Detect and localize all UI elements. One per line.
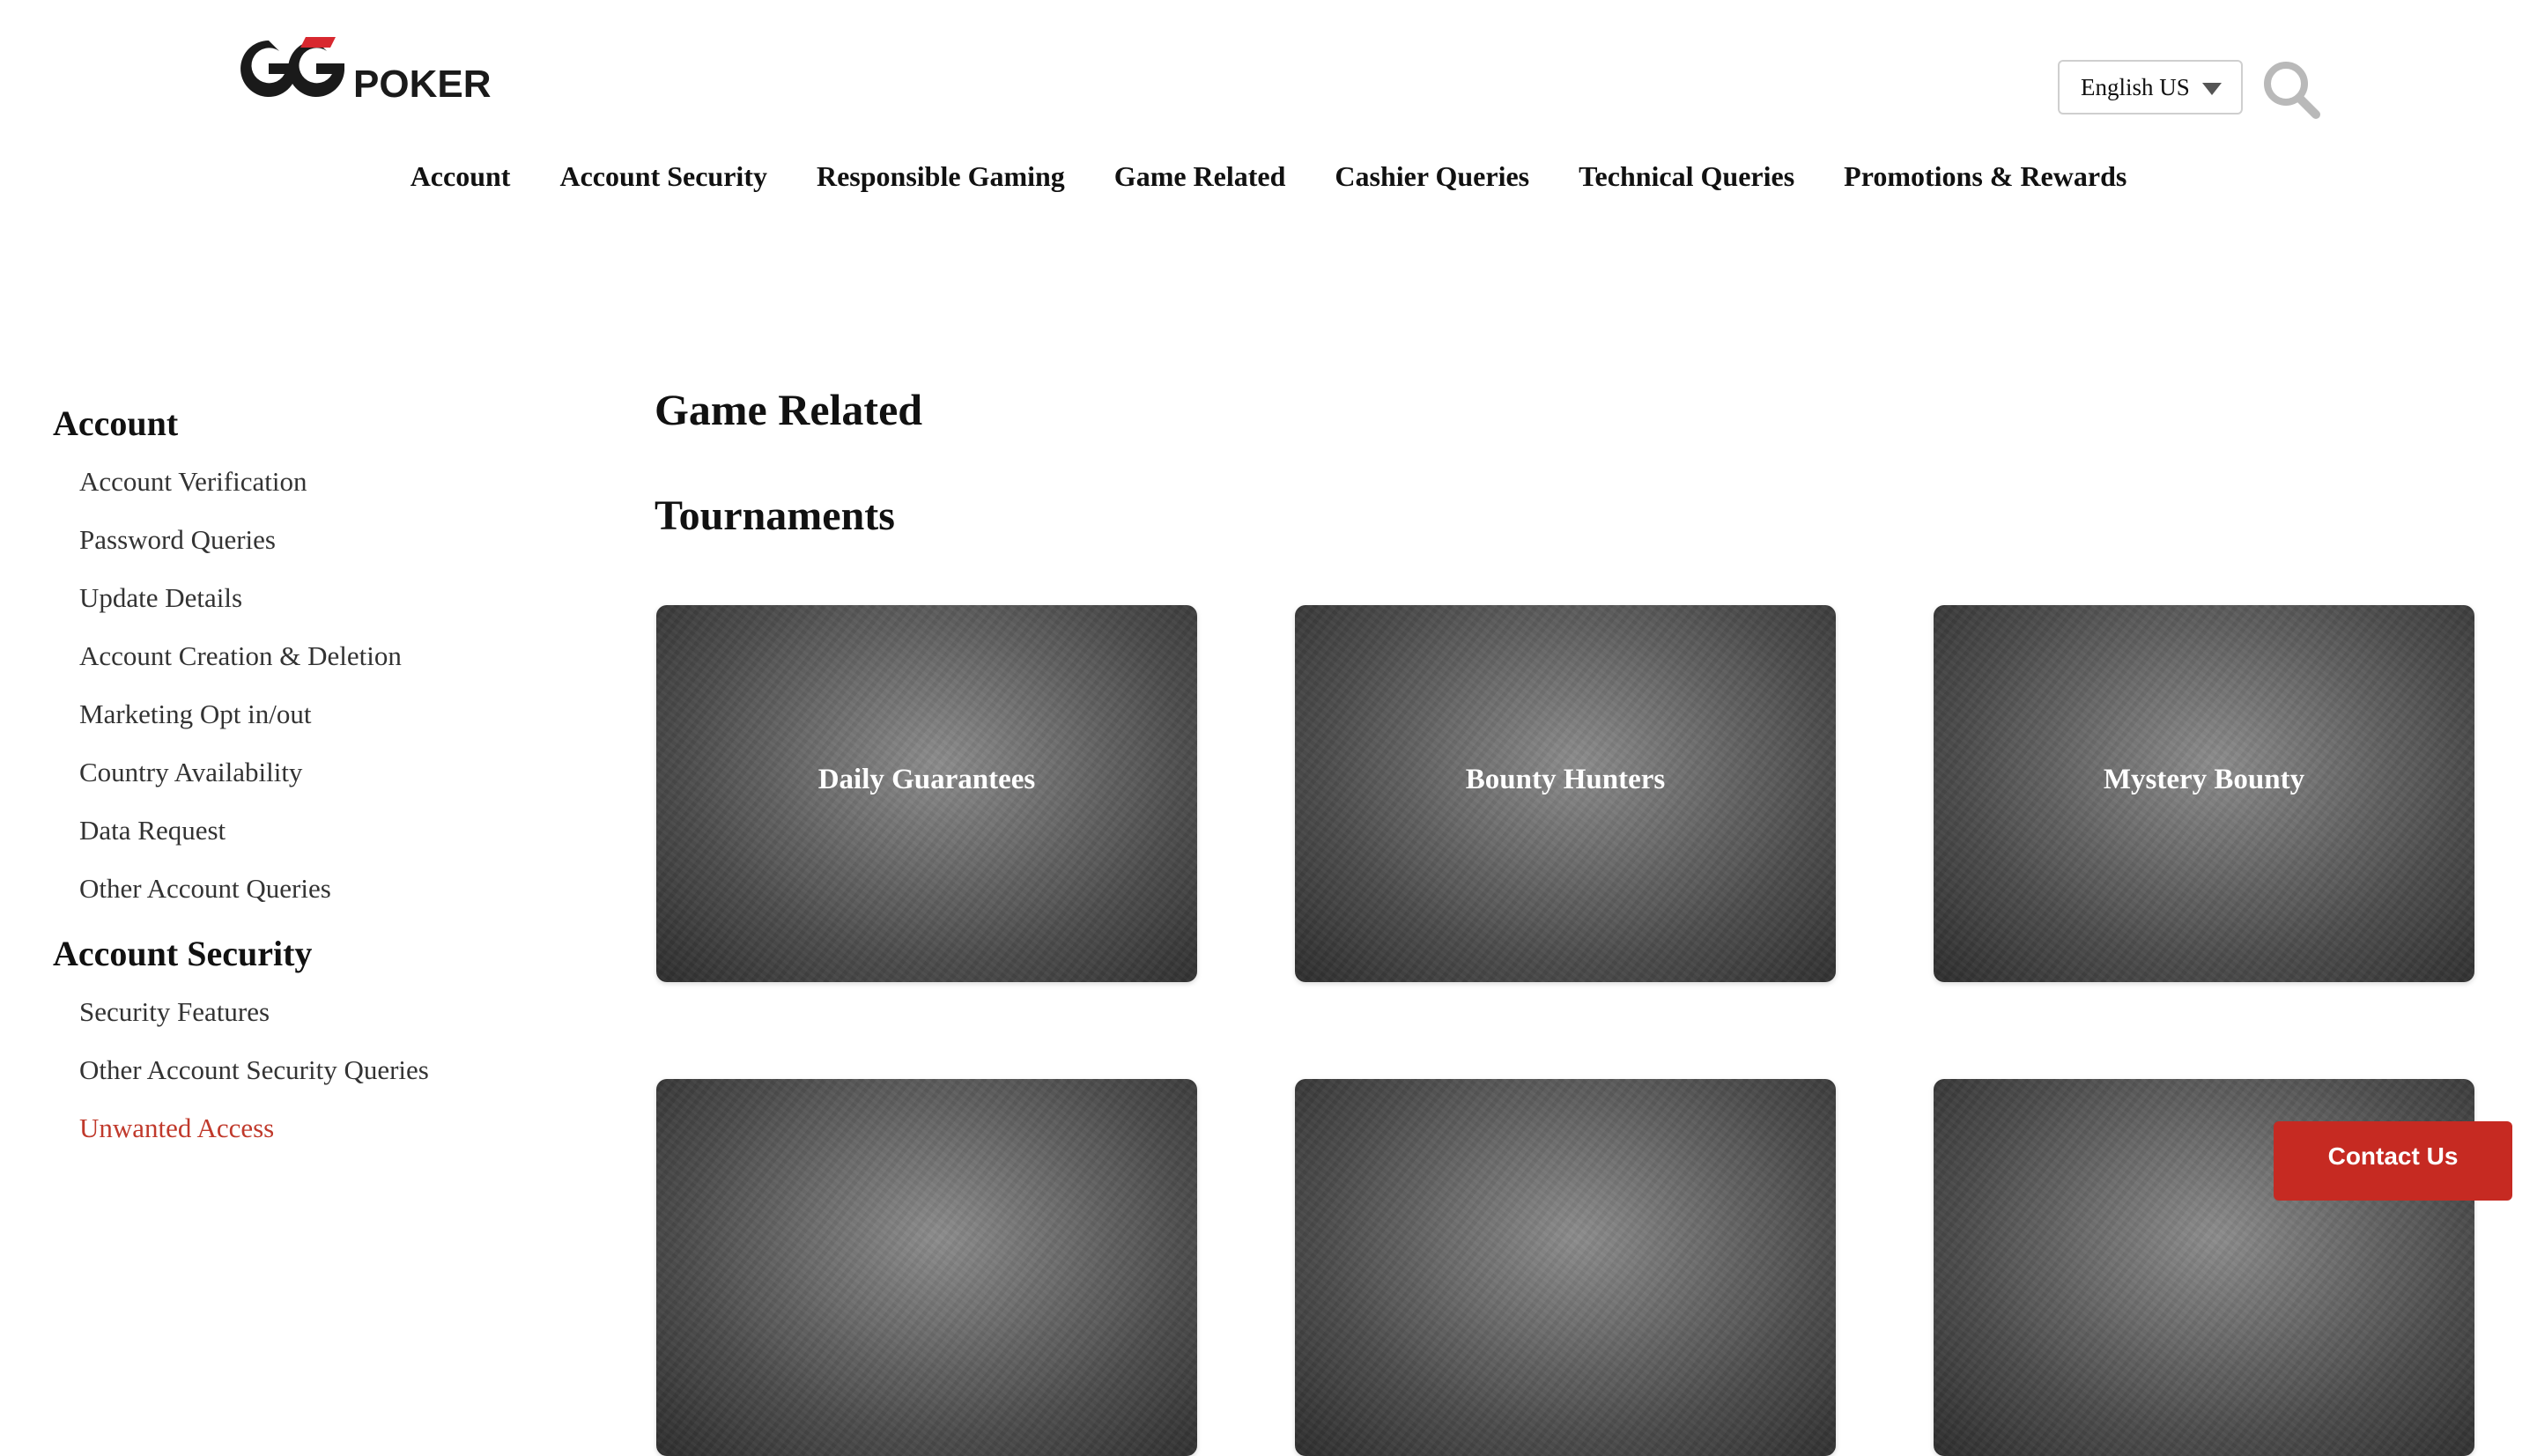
language-selected-value: English US bbox=[2081, 73, 2190, 100]
sidebar-item-marketing-opt[interactable]: Marketing Opt in/out bbox=[79, 685, 546, 743]
nav-account[interactable]: Account bbox=[411, 160, 511, 193]
sidebar-item-country-availability[interactable]: Country Availability bbox=[79, 743, 546, 802]
main-navigation: Account Account Security Responsible Gam… bbox=[0, 155, 2537, 197]
sidebar-item-account-creation-deletion[interactable]: Account Creation & Deletion bbox=[79, 627, 546, 685]
card-label: Bounty Hunters bbox=[1465, 763, 1666, 795]
card-daily-guarantees[interactable]: Daily Guarantees bbox=[656, 605, 1197, 982]
nav-promotions-rewards[interactable]: Promotions & Rewards bbox=[1844, 160, 2126, 193]
sidebar-item-update-details[interactable]: Update Details bbox=[79, 569, 546, 627]
ggpoker-logo[interactable]: POKER bbox=[225, 33, 524, 106]
card-tournament-4[interactable] bbox=[656, 1079, 1197, 1456]
card-label: Mystery Bounty bbox=[2103, 763, 2305, 795]
sidebar-item-other-account-security-queries[interactable]: Other Account Security Queries bbox=[79, 1041, 546, 1099]
sidebar-item-security-features[interactable]: Security Features bbox=[79, 983, 546, 1041]
sidebar-item-password-queries[interactable]: Password Queries bbox=[79, 511, 546, 569]
sidebar-heading-account[interactable]: Account bbox=[53, 395, 546, 453]
page-title: Game Related bbox=[655, 385, 923, 434]
card-bounty-hunters[interactable]: Bounty Hunters bbox=[1295, 605, 1836, 982]
nav-responsible-gaming[interactable]: Responsible Gaming bbox=[817, 160, 1065, 193]
nav-technical-queries[interactable]: Technical Queries bbox=[1579, 160, 1794, 193]
card-mystery-bounty[interactable]: Mystery Bounty bbox=[1934, 605, 2474, 982]
sidebar: Account Account Verification Password Qu… bbox=[53, 395, 546, 1157]
sidebar-item-unwanted-access[interactable]: Unwanted Access bbox=[79, 1099, 546, 1157]
chevron-down-icon bbox=[2202, 83, 2222, 95]
sidebar-item-account-verification[interactable]: Account Verification bbox=[79, 453, 546, 511]
nav-game-related[interactable]: Game Related bbox=[1114, 160, 1286, 193]
sidebar-item-other-account-queries[interactable]: Other Account Queries bbox=[79, 860, 546, 918]
sidebar-heading-account-security[interactable]: Account Security bbox=[53, 925, 546, 983]
section-title: Tournaments bbox=[655, 492, 895, 539]
card-label: Daily Guarantees bbox=[817, 763, 1036, 795]
language-select[interactable]: English US bbox=[2058, 60, 2243, 115]
card-tournament-5[interactable] bbox=[1295, 1079, 1836, 1456]
sidebar-item-data-request[interactable]: Data Request bbox=[79, 802, 546, 860]
nav-cashier-queries[interactable]: Cashier Queries bbox=[1335, 160, 1529, 193]
search-icon[interactable] bbox=[2260, 58, 2322, 120]
nav-account-security[interactable]: Account Security bbox=[559, 160, 767, 193]
svg-text:POKER: POKER bbox=[353, 63, 491, 104]
